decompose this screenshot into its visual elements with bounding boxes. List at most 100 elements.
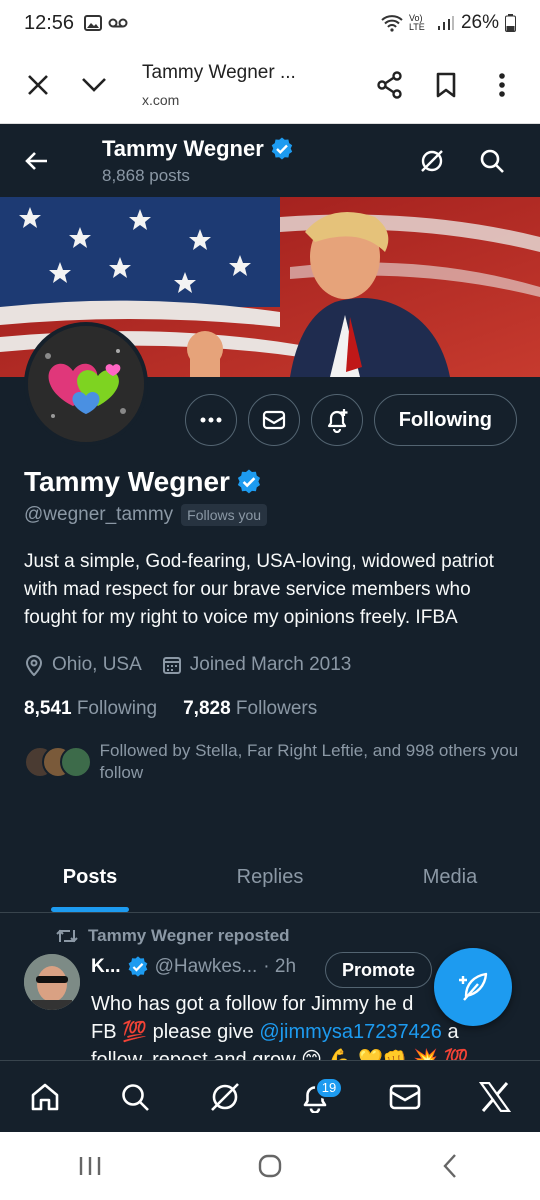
status-right: Vo) LTE 26%	[381, 12, 516, 34]
more-menu-button[interactable]	[480, 63, 524, 107]
search-icon	[122, 1083, 149, 1111]
mail-icon	[389, 1084, 421, 1109]
nav-messages[interactable]	[375, 1067, 435, 1127]
back-button[interactable]	[0, 124, 74, 197]
nav-grok[interactable]	[195, 1067, 255, 1127]
post-author-name[interactable]: K...	[91, 956, 121, 978]
signal-icon	[437, 16, 454, 30]
repost-icon	[56, 929, 78, 943]
share-button[interactable]	[368, 63, 412, 107]
joined-item: Joined March 2013	[162, 654, 352, 676]
more-vertical-icon	[499, 72, 505, 97]
header-name: Tammy Wegner	[102, 135, 264, 161]
message-button[interactable]	[247, 394, 300, 446]
share-icon	[377, 70, 402, 99]
recent-apps-button[interactable]	[60, 1141, 120, 1191]
status-left-icons	[84, 15, 128, 31]
compose-button[interactable]	[434, 948, 512, 1026]
post-author-avatar[interactable]	[24, 954, 80, 1010]
location-pin-icon	[25, 655, 43, 676]
x-logo-icon	[479, 1081, 511, 1112]
verified-badge-icon	[271, 136, 292, 160]
post-author-handle[interactable]: @Hawkes...	[155, 956, 258, 978]
wifi-icon	[381, 15, 403, 32]
verified-badge-icon	[237, 469, 260, 494]
follows-you-badge: Follows you	[181, 504, 268, 526]
home-icon	[31, 1083, 59, 1110]
followers-stat[interactable]: 7,828 Followers	[183, 698, 317, 720]
profile-tabs: Posts Replies Media	[0, 843, 540, 913]
voicemail-icon	[108, 18, 128, 28]
verified-badge-icon	[128, 956, 147, 977]
tab-posts[interactable]: Posts	[0, 843, 180, 912]
header-name-row: Tammy Wegner	[102, 136, 402, 162]
post-text-segment: FB 💯 please give	[91, 1021, 260, 1043]
post-mention-link[interactable]: @jimmysa17237426	[259, 1021, 442, 1043]
back-arrow-icon	[25, 151, 47, 170]
following-button[interactable]: Following	[373, 394, 517, 446]
collapse-button[interactable]	[72, 63, 116, 107]
profile-avatar[interactable]	[24, 322, 148, 446]
tab-media[interactable]: Media	[360, 843, 540, 912]
recent-apps-icon	[79, 1157, 101, 1175]
back-chevron-icon	[443, 1154, 456, 1178]
network-label: Vo) LTE	[408, 13, 425, 32]
post-text-line: follow, repost and grow 😊 💪 💛👊 💥 💯	[91, 1049, 469, 1060]
page-title-box[interactable]: Tammy Wegner ... x.com	[142, 62, 368, 108]
avatar	[60, 746, 92, 778]
close-button[interactable]	[16, 63, 60, 107]
bookmark-icon	[436, 72, 456, 97]
grok-button[interactable]	[402, 131, 462, 191]
bell-plus-icon	[327, 409, 348, 433]
android-nav-bar	[0, 1132, 540, 1200]
mail-icon	[262, 410, 285, 430]
promote-button[interactable]: Promote	[325, 952, 433, 988]
following-stat[interactable]: 8,541 Following	[24, 698, 157, 720]
nav-home[interactable]	[15, 1067, 75, 1127]
followers-count: 7,828	[183, 698, 231, 719]
notify-button[interactable]	[310, 394, 363, 446]
profile-actions: Following	[184, 394, 517, 446]
chevron-down-icon	[82, 77, 106, 92]
profile-handle-row: @wegner_tammy Follows you	[24, 504, 520, 526]
profile-joined: Joined March 2013	[189, 654, 352, 675]
bookmark-button[interactable]	[424, 63, 468, 107]
status-bar: 12:56 Vo) LTE 26%	[0, 0, 540, 46]
back-nav-button[interactable]	[420, 1141, 480, 1191]
avatar-image	[28, 326, 144, 442]
profile-location: Ohio, USA	[52, 654, 142, 675]
gallery-icon	[84, 15, 103, 31]
nav-search[interactable]	[105, 1067, 165, 1127]
post-header: K... @Hawkes... · 2h	[91, 956, 296, 978]
home-nav-button[interactable]	[240, 1141, 300, 1191]
followed-by-avatars	[24, 746, 100, 778]
profile-bio: Just a simple, God-fearing, USA-loving, …	[24, 551, 494, 628]
nav-notifications[interactable]: 19	[285, 1067, 345, 1127]
followers-label: Followers	[235, 698, 318, 719]
battery-icon	[505, 14, 516, 32]
more-options-button[interactable]	[184, 394, 237, 446]
calendar-icon	[162, 657, 181, 674]
repost-label: Tammy Wegner reposted	[88, 926, 290, 945]
profile-info: Tammy Wegner @wegner_tammy Follows you J…	[24, 466, 520, 784]
notification-badge: 19	[315, 1076, 343, 1099]
profile-meta: Ohio, USA Joined March 2013	[24, 654, 520, 676]
location-item: Ohio, USA	[24, 654, 142, 676]
close-icon	[28, 74, 48, 95]
more-horizontal-icon	[200, 417, 222, 423]
author-avatar-image	[24, 954, 80, 1010]
profile-stats: 8,541 Following 7,828 Followers	[24, 698, 520, 720]
page-url: x.com	[142, 91, 180, 108]
followed-by-row[interactable]: Followed by Stella, Far Right Leftie, an…	[24, 740, 520, 784]
following-count: 8,541	[24, 698, 72, 719]
post-time: · 2h	[263, 956, 297, 977]
header-title-block: Tammy Wegner 8,868 posts	[102, 136, 402, 186]
nav-x[interactable]	[465, 1067, 525, 1127]
battery-percent: 26%	[460, 12, 499, 33]
search-button[interactable]	[462, 131, 522, 191]
tab-replies[interactable]: Replies	[180, 843, 360, 912]
profile-name-row: Tammy Wegner	[24, 466, 520, 498]
repost-indicator: Tammy Wegner reposted	[56, 926, 290, 946]
status-time: 12:56	[24, 11, 75, 34]
profile-handle: @wegner_tammy	[24, 504, 174, 525]
